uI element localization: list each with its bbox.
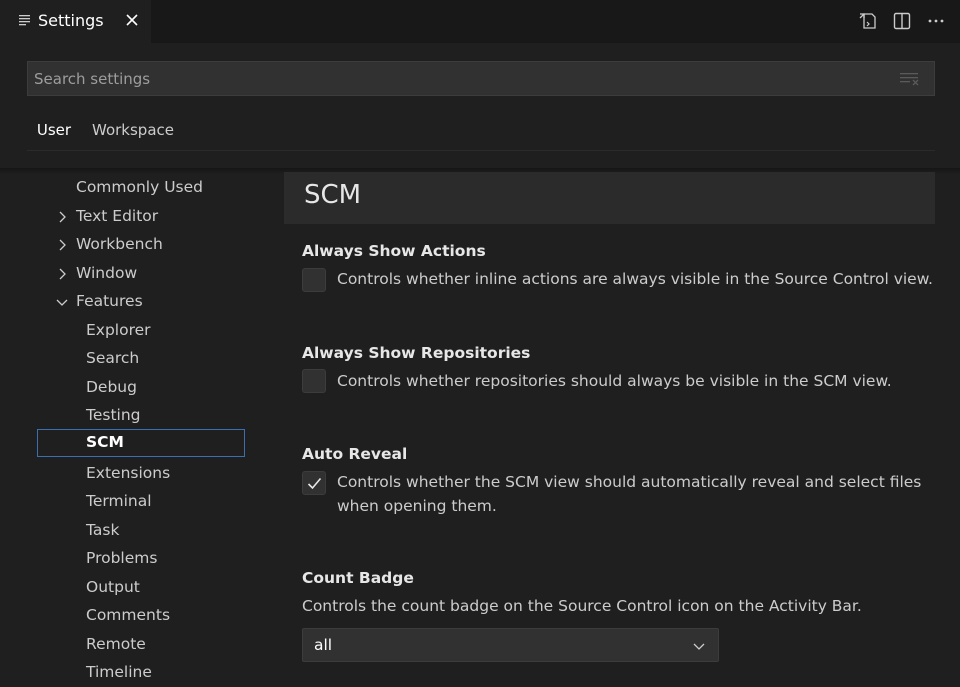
setting-title-always-show-actions: Always Show Actions <box>302 242 486 260</box>
section-title: SCM <box>304 180 362 210</box>
split-editor-icon <box>893 12 911 30</box>
setting-description: Controls whether repositories should alw… <box>337 372 892 390</box>
toc-label: Text Editor <box>76 207 159 225</box>
toc-item-workbench[interactable]: Workbench <box>55 231 255 259</box>
toc-item-features[interactable]: Features <box>55 288 255 316</box>
setting-description: Controls the count badge on the Source C… <box>302 597 862 615</box>
toc-label: Debug <box>86 378 137 396</box>
tab-workspace[interactable]: Workspace <box>92 118 174 151</box>
chevron-right-icon <box>59 239 66 251</box>
toc-label: Comments <box>86 606 171 624</box>
toc-label: SCM <box>86 433 124 451</box>
select-value: all <box>314 636 333 654</box>
open-settings-json-icon <box>859 13 876 29</box>
settings-tab[interactable]: Settings <box>0 0 151 43</box>
setting-description-cont: when opening them. <box>337 497 497 515</box>
setting-description: Controls whether inline actions are alwa… <box>337 270 933 288</box>
chevron-down-icon <box>56 299 68 306</box>
toc-label: Extensions <box>86 464 171 482</box>
more-actions-icon <box>928 19 944 23</box>
toc-label: Task <box>86 521 120 539</box>
setting-title-auto-reveal: Auto Reveal <box>302 445 408 463</box>
search-settings-input[interactable] <box>28 62 888 95</box>
close-icon[interactable] <box>124 12 140 28</box>
count-badge-select[interactable]: all <box>302 628 719 662</box>
editor-actions <box>856 10 948 32</box>
split-editor-button[interactable] <box>890 10 914 32</box>
list-settings-icon <box>19 15 30 26</box>
toc-label: Remote <box>86 635 146 653</box>
toc-label: Commonly Used <box>76 178 204 196</box>
check-icon <box>307 477 322 490</box>
section-header: SCM <box>284 172 935 224</box>
search-settings-box <box>27 61 935 96</box>
toc-label: Terminal <box>86 492 152 510</box>
setting-title-count-badge: Count Badge <box>302 569 414 587</box>
toc-label: Testing <box>86 406 141 424</box>
auto-reveal-checkbox[interactable] <box>302 471 326 495</box>
toc-item-text-editor[interactable]: Text Editor <box>55 203 255 231</box>
clear-filter-icon[interactable] <box>900 71 920 87</box>
chevron-right-icon <box>59 211 66 223</box>
always-show-actions-checkbox[interactable] <box>302 268 326 292</box>
chevron-right-icon <box>59 268 66 280</box>
toc-label: Output <box>86 578 140 596</box>
toc-label: Features <box>76 292 143 310</box>
toc-label: Problems <box>86 549 158 567</box>
toc-item-scm[interactable]: SCM <box>37 429 245 457</box>
editor-tab-bar: Settings <box>0 0 960 43</box>
toc-label: Window <box>76 264 138 282</box>
always-show-repositories-checkbox[interactable] <box>302 369 326 393</box>
toc-item-window[interactable]: Window <box>55 260 255 288</box>
toc-label: Timeline <box>86 663 152 681</box>
more-actions-button[interactable] <box>924 10 948 32</box>
toc-label: Workbench <box>76 235 163 253</box>
scope-divider <box>27 150 935 151</box>
toc-label: Explorer <box>86 321 151 339</box>
setting-description: Controls whether the SCM view should aut… <box>337 473 922 491</box>
open-settings-json-button[interactable] <box>856 10 880 32</box>
toc-label: Search <box>86 349 140 367</box>
chevron-down-icon <box>693 643 705 650</box>
tab-user[interactable]: User <box>27 118 81 151</box>
tab-title: Settings <box>38 11 104 30</box>
setting-title-always-show-repositories: Always Show Repositories <box>302 344 531 362</box>
